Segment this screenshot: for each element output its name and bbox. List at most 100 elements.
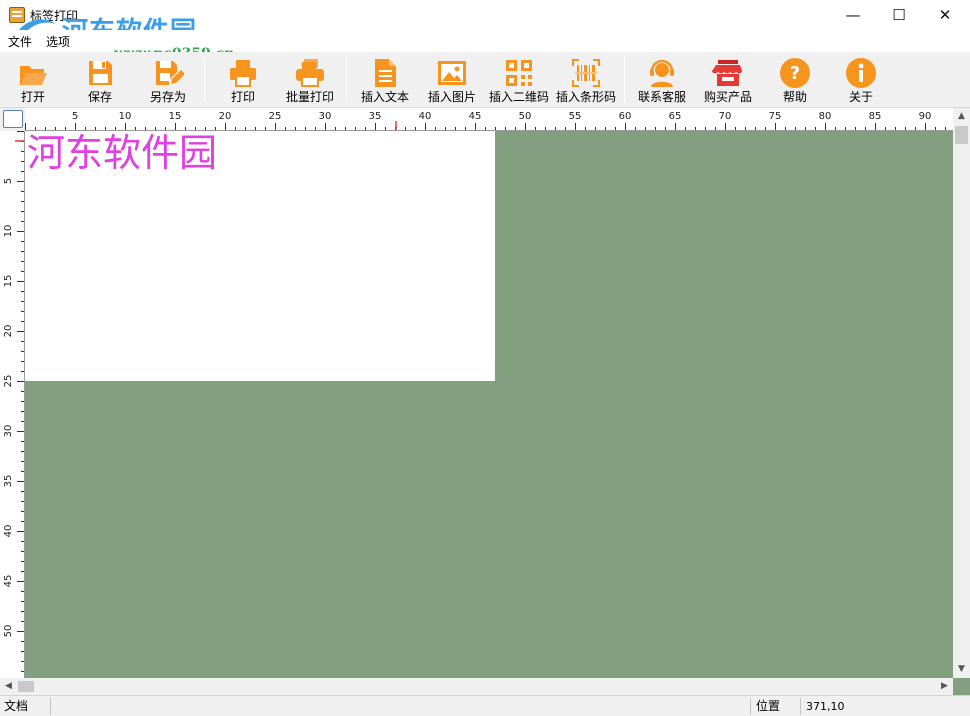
help-button[interactable]: ? 帮助 bbox=[772, 52, 818, 106]
print-label: 打印 bbox=[230, 90, 255, 104]
ruler-tick-label: 85 bbox=[869, 111, 882, 122]
close-icon: ✕ bbox=[938, 6, 952, 24]
qrcode-icon bbox=[506, 60, 532, 86]
ruler-tick-label: 25 bbox=[3, 375, 14, 388]
save-icon bbox=[89, 61, 112, 85]
save-as-icon bbox=[156, 61, 184, 85]
image-icon bbox=[438, 61, 466, 85]
ruler-tick-label: 10 bbox=[119, 111, 132, 122]
ruler-tick-label: 45 bbox=[469, 111, 482, 122]
ruler-tick-label: 10 bbox=[3, 225, 14, 238]
label-canvas[interactable]: 河东软件园 bbox=[25, 131, 495, 381]
about-label: 关于 bbox=[848, 90, 873, 104]
scroll-down-icon[interactable]: ▼ bbox=[953, 661, 970, 678]
ruler-tick-label: 90 bbox=[919, 111, 932, 122]
open-label: 打开 bbox=[20, 90, 45, 104]
vertical-ruler: 5 10 15 20 25 30 35 40 45 50 bbox=[0, 131, 25, 678]
title-bar: 标签打印 河东软件园 — ☐ ✕ bbox=[0, 0, 970, 48]
ruler-corner bbox=[0, 108, 25, 131]
save-label: 保存 bbox=[87, 90, 112, 104]
batch-print-label: 批量打印 bbox=[285, 90, 334, 104]
vertical-scrollbar[interactable]: ▲ ▼ bbox=[953, 108, 970, 678]
ruler-tick-label: 70 bbox=[719, 111, 732, 122]
status-position-value: 371,10 bbox=[806, 700, 845, 713]
ruler-tick-label: 5 bbox=[72, 111, 78, 122]
scroll-corner bbox=[953, 678, 970, 695]
ruler-tick-label: 55 bbox=[569, 111, 582, 122]
toolbar-separator bbox=[204, 56, 205, 102]
vertical-scroll-thumb[interactable] bbox=[955, 126, 968, 144]
insert-image-label: 插入图片 bbox=[427, 90, 476, 104]
close-button[interactable]: ✕ bbox=[922, 0, 968, 30]
horizontal-scrollbar[interactable]: ◀ ▶ bbox=[0, 678, 953, 695]
insert-text-button[interactable]: 插入文本 bbox=[356, 52, 414, 106]
ruler-tick-label: 15 bbox=[3, 275, 14, 288]
status-position-label: 位置 bbox=[756, 699, 781, 713]
minimize-icon: — bbox=[845, 6, 861, 24]
print-button[interactable]: 打印 bbox=[220, 52, 266, 106]
maximize-icon: ☐ bbox=[892, 6, 906, 24]
scroll-up-icon[interactable]: ▲ bbox=[953, 108, 970, 125]
scroll-right-icon[interactable]: ▶ bbox=[936, 678, 953, 695]
status-divider bbox=[50, 698, 51, 715]
status-divider bbox=[800, 698, 801, 715]
open-button[interactable]: 打开 bbox=[10, 52, 56, 106]
insert-barcode-button[interactable]: 插入条形码 bbox=[553, 52, 619, 106]
svg-text:?: ? bbox=[790, 63, 800, 84]
ruler-tick-label: 20 bbox=[219, 111, 232, 122]
ruler-tick-label: 30 bbox=[3, 425, 14, 438]
menu-options[interactable]: 选项 bbox=[46, 33, 70, 50]
insert-text-label: 插入文本 bbox=[360, 90, 409, 104]
ruler-tick-label: 60 bbox=[619, 111, 632, 122]
ruler-tick-label: 65 bbox=[669, 111, 682, 122]
design-workspace[interactable]: 河东软件园 bbox=[25, 131, 953, 678]
ruler-tick-label: 50 bbox=[519, 111, 532, 122]
save-button[interactable]: 保存 bbox=[77, 52, 123, 106]
horizontal-scroll-thumb[interactable] bbox=[18, 681, 34, 692]
printer-icon bbox=[230, 60, 256, 87]
shop-icon bbox=[712, 60, 742, 86]
insert-barcode-label: 插入条形码 bbox=[555, 90, 616, 104]
contact-support-button[interactable]: 联系客服 bbox=[634, 52, 690, 106]
minimize-button[interactable]: — bbox=[830, 0, 876, 30]
status-doc: 文档 bbox=[4, 699, 29, 713]
status-divider bbox=[750, 698, 751, 715]
ruler-corner-button[interactable] bbox=[3, 110, 23, 128]
ruler-tick-label: 25 bbox=[269, 111, 282, 122]
ruler-tick-label: 15 bbox=[169, 111, 182, 122]
label-text-element[interactable]: 河东软件园 bbox=[27, 131, 217, 175]
menu-file[interactable]: 文件 bbox=[8, 33, 32, 50]
insert-image-button[interactable]: 插入图片 bbox=[423, 52, 481, 106]
save-as-button[interactable]: 另存为 bbox=[144, 52, 192, 106]
ruler-tick-label: 45 bbox=[3, 575, 14, 588]
ruler-tick-label: 40 bbox=[419, 111, 432, 122]
ruler-tick-label: 80 bbox=[819, 111, 832, 122]
question-icon: ? bbox=[780, 58, 810, 88]
about-button[interactable]: 关于 bbox=[838, 52, 884, 106]
insert-qrcode-label: 插入二维码 bbox=[488, 90, 549, 104]
batch-printer-icon bbox=[296, 59, 324, 87]
toolbar: 打开 保存 另存为 打印 批量打印 插入文本 插入图片 插入二维码 插入条形码 … bbox=[0, 52, 970, 108]
info-icon bbox=[846, 58, 876, 88]
maximize-button[interactable]: ☐ bbox=[876, 0, 922, 30]
ruler-tick-label: 30 bbox=[319, 111, 332, 122]
ruler-tick-label: 50 bbox=[3, 625, 14, 638]
barcode-icon bbox=[572, 59, 600, 87]
toolbar-separator bbox=[624, 56, 625, 102]
buy-product-button[interactable]: 购买产品 bbox=[700, 52, 756, 106]
ruler-tick-label: 35 bbox=[3, 475, 14, 488]
help-label: 帮助 bbox=[782, 90, 807, 104]
insert-qrcode-button[interactable]: 插入二维码 bbox=[486, 52, 552, 106]
save-as-label: 另存为 bbox=[149, 90, 186, 104]
ruler-tick-label: 5 bbox=[3, 178, 14, 184]
ruler-tick-label: 40 bbox=[3, 525, 14, 538]
ruler-tick-label: 35 bbox=[369, 111, 382, 122]
headset-icon bbox=[650, 59, 674, 87]
contact-support-label: 联系客服 bbox=[637, 90, 686, 104]
scroll-left-icon[interactable]: ◀ bbox=[0, 678, 17, 695]
batch-print-button[interactable]: 批量打印 bbox=[282, 52, 338, 106]
ruler-tick-label: 20 bbox=[3, 325, 14, 338]
folder-open-icon bbox=[20, 66, 47, 85]
toolbar-separator bbox=[346, 56, 347, 102]
document-icon bbox=[375, 59, 396, 87]
